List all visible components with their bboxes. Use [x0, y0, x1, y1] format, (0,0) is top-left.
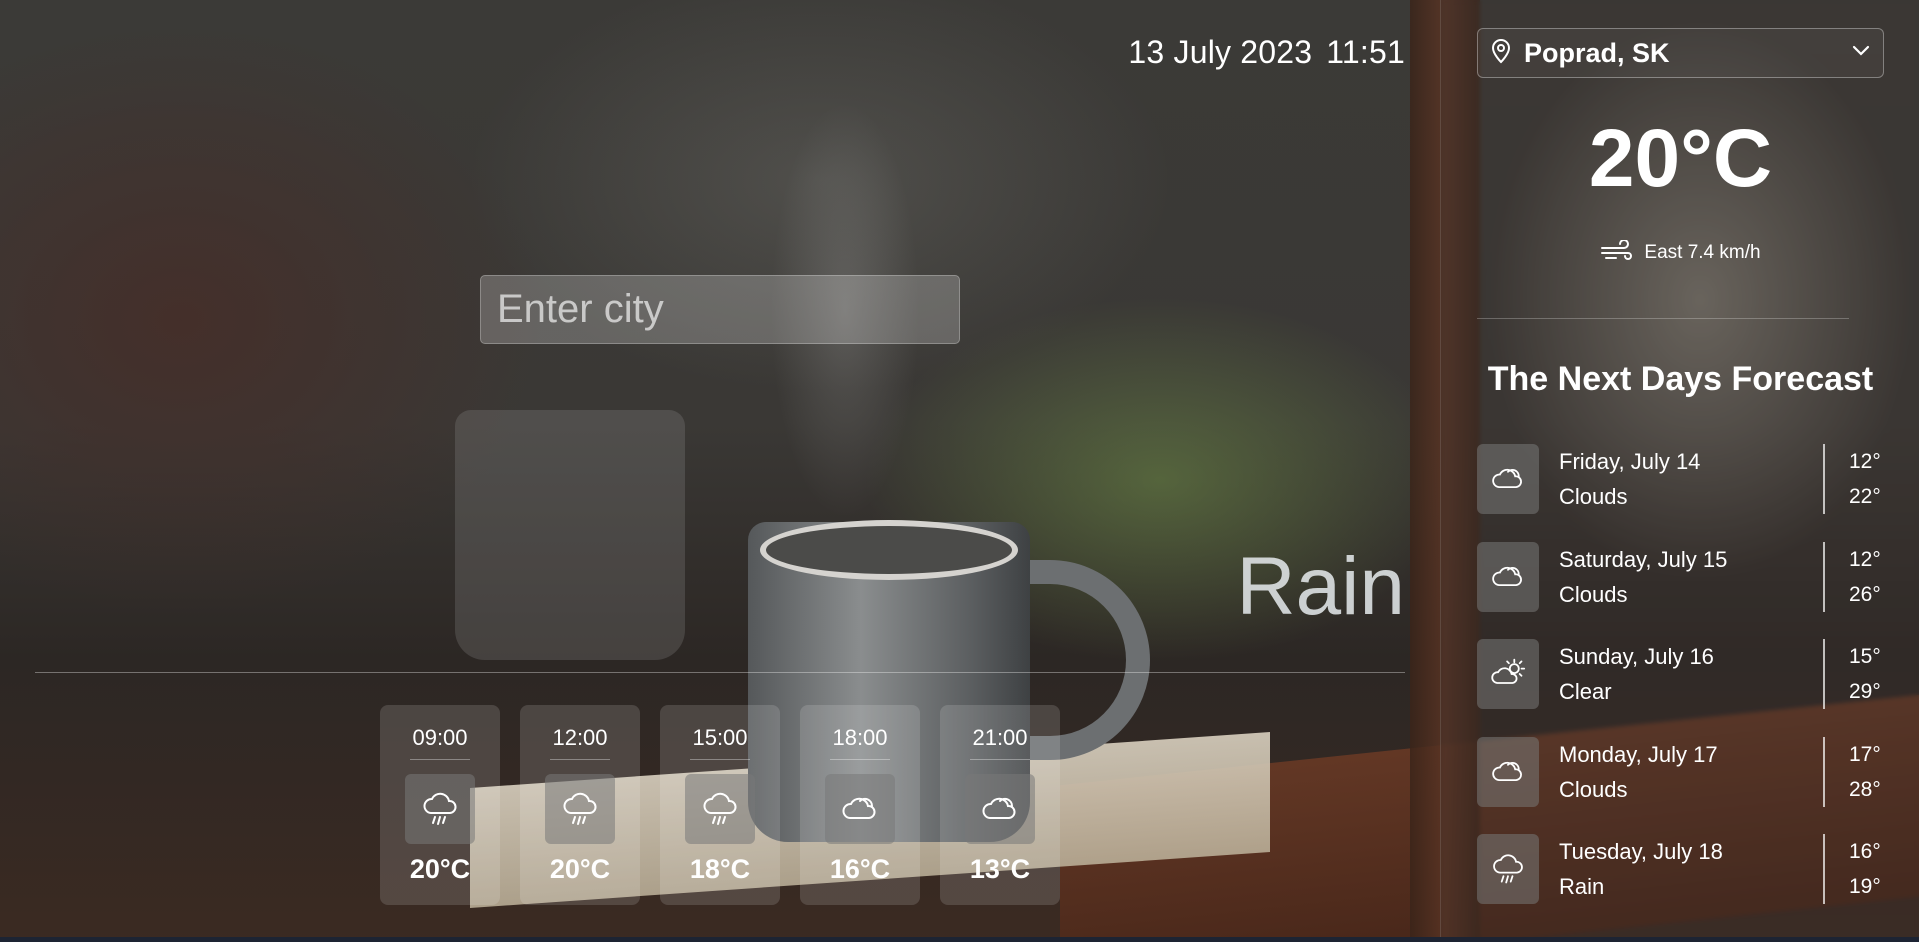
main-divider [35, 672, 1405, 673]
forecast-day-date: Tuesday, July 18 [1559, 839, 1723, 864]
forecast-day-low: 15° [1849, 645, 1881, 668]
rain-icon [405, 774, 475, 844]
hourly-time: 18:00 [830, 725, 890, 760]
forecast-day-condition: Clouds [1559, 484, 1628, 509]
city-search-input[interactable] [480, 275, 960, 344]
forecast-day-condition: Rain [1559, 874, 1605, 899]
wind-info: East 7.4 km/h [1441, 239, 1919, 266]
forecast-day-high: 19° [1849, 875, 1881, 898]
forecast-day-temps: 15° 29° [1823, 639, 1887, 709]
current-time: 11:51 [1326, 34, 1405, 70]
wind-icon [1600, 239, 1634, 266]
hourly-time: 15:00 [690, 725, 750, 760]
cloud-icon [1477, 736, 1539, 807]
forecast-day-high: 29° [1849, 680, 1881, 703]
forecast-day-temps: 12° 26° [1823, 541, 1887, 612]
forecast-day-info: Sunday, July 16 Clear [1559, 639, 1823, 709]
current-temperature: 20°C [1588, 113, 1773, 204]
current-condition: Rain [1236, 541, 1405, 632]
bottom-bar [0, 937, 1919, 942]
sidebar: Poprad, SK 20°C East 7.4 km/h The Next D… [1440, 0, 1919, 942]
hourly-card: 18:00 16°C [800, 705, 920, 905]
cloud-icon [1477, 541, 1539, 612]
forecast-day-temps: 16° 19° [1823, 834, 1887, 904]
hourly-temp: 18°C [689, 854, 751, 884]
hourly-card: 21:00 13°C [940, 705, 1060, 905]
forecast-day-high: 28° [1849, 777, 1881, 801]
forecast-day-date: Sunday, July 16 [1559, 644, 1714, 669]
background-reflection [455, 410, 685, 660]
cloud-icon [1477, 444, 1539, 514]
sun-cloud-icon [1477, 639, 1539, 709]
forecast-day-date: Friday, July 14 [1559, 449, 1701, 474]
forecast-day-date: Monday, July 17 [1559, 741, 1718, 767]
location-pin-icon [1490, 38, 1512, 69]
forecast-day-high: 26° [1849, 582, 1881, 606]
forecast-day-row: Friday, July 14 Clouds 12° 22° [1477, 442, 1887, 516]
rain-icon [685, 774, 755, 844]
forecast-day-condition: Clear [1559, 679, 1612, 704]
cloud-icon [825, 774, 895, 844]
rain-icon [545, 774, 615, 844]
rain-icon [1477, 834, 1539, 904]
hourly-temp: 20°C [409, 854, 471, 884]
hourly-time: 09:00 [410, 725, 470, 760]
forecast-day-low: 17° [1849, 742, 1881, 766]
forecast-day-row: Tuesday, July 18 Rain 16° 19° [1477, 832, 1887, 906]
hourly-card: 09:00 20°C [380, 705, 500, 905]
wind-text: East 7.4 km/h [1644, 242, 1761, 263]
location-select[interactable]: Poprad, SK [1477, 28, 1884, 78]
hourly-temp: 20°C [549, 854, 611, 884]
hourly-temp: 16°C [829, 854, 891, 884]
forecast-day-info: Tuesday, July 18 Rain [1559, 834, 1823, 904]
forecast-day-temps: 12° 22° [1823, 444, 1887, 514]
current-date: 13 July 2023 [1128, 34, 1313, 70]
forecast-day-low: 16° [1849, 840, 1881, 863]
forecast-day-condition: Clouds [1559, 581, 1628, 607]
forecast-day-high: 22° [1849, 485, 1881, 508]
location-name: Poprad, SK [1524, 37, 1670, 68]
hourly-temp: 13°C [969, 854, 1031, 884]
forecast-day-temps: 17° 28° [1823, 736, 1887, 807]
hourly-card: 12:00 20°C [520, 705, 640, 905]
forecast-day-info: Saturday, July 15 Clouds [1559, 542, 1823, 612]
forecast-day-low: 12° [1849, 547, 1881, 571]
forecast-day-condition: Clouds [1559, 776, 1628, 802]
forecast-day-low: 12° [1849, 450, 1881, 473]
forecast-day-info: Friday, July 14 Clouds [1559, 444, 1823, 514]
hourly-forecast: 09:00 20°C 12:00 20°C 15:00 18°C 18:00 1… [380, 705, 1060, 905]
chevron-down-icon [1851, 44, 1871, 62]
forecast-day-row: Saturday, July 15 Clouds 12° 26° [1477, 540, 1887, 614]
sidebar-divider [1477, 318, 1849, 319]
forecast-day-row: Monday, July 17 Clouds 17° 28° [1477, 735, 1887, 809]
background-mug-rim [760, 520, 1018, 580]
forecast-day-row: Sunday, July 16 Clear 15° 29° [1477, 637, 1887, 711]
hourly-card: 15:00 18°C [660, 705, 780, 905]
forecast-day-date: Saturday, July 15 [1559, 546, 1728, 572]
hourly-time: 21:00 [970, 725, 1030, 760]
forecast-day-info: Monday, July 17 Clouds [1559, 737, 1823, 807]
date-time: 13 July 2023 11:51 [1128, 34, 1405, 71]
forecast-title: The Next Days Forecast [1487, 360, 1874, 398]
forecast-list: Friday, July 14 Clouds 12° 22° Saturday,… [1477, 442, 1887, 930]
cloud-icon [965, 774, 1035, 844]
hourly-time: 12:00 [550, 725, 610, 760]
